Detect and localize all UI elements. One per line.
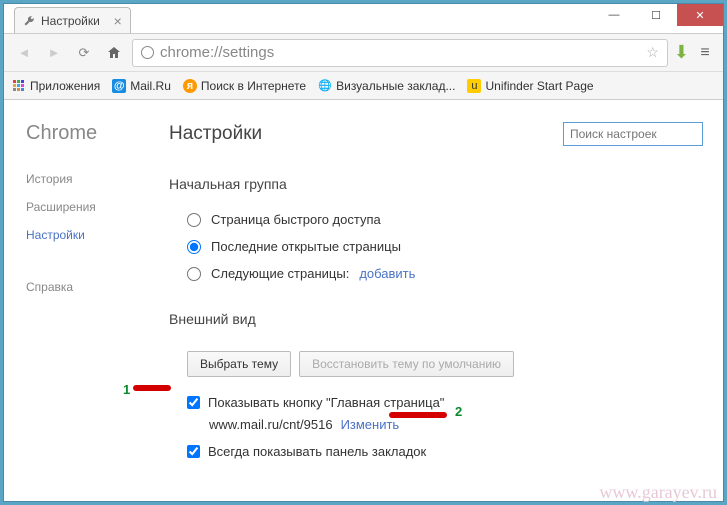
choose-theme-button[interactable]: Выбрать тему	[187, 351, 291, 377]
startup-opt-continue[interactable]: Последние открытые страницы	[169, 233, 703, 260]
browser-window: — ☐ ✕ Настройки × ◄ ► ⟳ ☆ ⬇ ≡ Приложения…	[3, 3, 724, 502]
forward-button[interactable]: ►	[42, 41, 66, 65]
add-pages-link[interactable]: добавить	[359, 266, 415, 281]
appearance-heading: Внешний вид	[169, 311, 703, 327]
startup-opt-pages[interactable]: Следующие страницы: добавить	[169, 260, 703, 287]
settings-sidebar: Chrome История Расширения Настройки Спра…	[4, 100, 159, 501]
reset-theme-button: Восстановить тему по умолчанию	[299, 351, 514, 377]
page-title: Настройки	[169, 123, 262, 145]
tab-settings[interactable]: Настройки ×	[14, 7, 131, 33]
wrench-icon	[23, 15, 35, 27]
reload-button[interactable]: ⟳	[72, 41, 96, 65]
sidebar-item-settings[interactable]: Настройки	[26, 221, 159, 249]
apps-icon	[12, 79, 26, 93]
chrome-menu-button[interactable]: ≡	[695, 43, 715, 63]
home-button[interactable]	[102, 41, 126, 65]
change-home-link[interactable]: Изменить	[341, 417, 400, 432]
bookmark-visual[interactable]: 🌐 Визуальные заклад...	[318, 79, 455, 93]
settings-main: Настройки Начальная группа Страница быст…	[159, 100, 723, 501]
sidebar-item-extensions[interactable]: Расширения	[26, 193, 159, 221]
bookmark-mailru[interactable]: @ Mail.Ru	[112, 79, 171, 93]
checkbox-label: Всегда показывать панель закладок	[208, 444, 426, 459]
red-mark-2	[389, 412, 447, 418]
bookmark-label: Поиск в Интернете	[201, 79, 306, 93]
address-bar[interactable]: ☆	[132, 39, 668, 67]
apps-button[interactable]: Приложения	[12, 79, 100, 93]
radio-newtab[interactable]	[187, 213, 201, 227]
radio-label: Страница быстрого доступа	[211, 212, 381, 227]
tab-close-icon[interactable]: ×	[114, 13, 122, 29]
window-controls: — ☐ ✕	[593, 4, 723, 26]
radio-label: Последние открытые страницы	[211, 239, 401, 254]
show-home-checkbox-row[interactable]: Показывать кнопку "Главная страница"	[169, 391, 703, 414]
red-mark-1	[133, 385, 171, 391]
annotation-2: 2	[455, 404, 462, 419]
back-button[interactable]: ◄	[12, 41, 36, 65]
globe-icon	[141, 46, 154, 59]
annotation-1: 1	[123, 382, 130, 397]
bookmark-unifinder[interactable]: u Unifinder Start Page	[467, 79, 593, 93]
sidebar-item-history[interactable]: История	[26, 165, 159, 193]
radio-label: Следующие страницы:	[211, 266, 349, 281]
sidebar-item-help[interactable]: Справка	[26, 273, 159, 301]
search-fav-icon: я	[183, 79, 197, 93]
page-content: Chrome История Расширения Настройки Спра…	[4, 100, 723, 501]
bookmark-label: Unifinder Start Page	[485, 79, 593, 93]
show-home-checkbox[interactable]	[187, 396, 200, 409]
bookmark-label: Mail.Ru	[130, 79, 171, 93]
show-bookmarks-checkbox-row[interactable]: Всегда показывать панель закладок	[169, 440, 703, 463]
minimize-button[interactable]: —	[593, 4, 635, 26]
startup-opt-newtab[interactable]: Страница быстрого доступа	[169, 206, 703, 233]
chrome-brand: Chrome	[26, 122, 159, 145]
url-input[interactable]	[160, 44, 640, 61]
download-icon[interactable]: ⬇	[674, 42, 689, 63]
apps-label: Приложения	[30, 79, 100, 93]
show-bookmarks-checkbox[interactable]	[187, 445, 200, 458]
checkbox-label: Показывать кнопку "Главная страница"	[208, 395, 444, 410]
unifinder-fav-icon: u	[467, 79, 481, 93]
bookmarks-bar: Приложения @ Mail.Ru я Поиск в Интернете…	[4, 72, 723, 100]
bookmark-star-icon[interactable]: ☆	[646, 44, 659, 61]
startup-heading: Начальная группа	[169, 176, 703, 192]
settings-search-input[interactable]	[563, 122, 703, 146]
maximize-button[interactable]: ☐	[635, 4, 677, 26]
home-url-text: www.mail.ru/cnt/9516	[209, 417, 333, 432]
radio-pages[interactable]	[187, 267, 201, 281]
close-button[interactable]: ✕	[677, 4, 723, 26]
bookmark-search[interactable]: я Поиск в Интернете	[183, 79, 306, 93]
mailru-icon: @	[112, 79, 126, 93]
toolbar: ◄ ► ⟳ ☆ ⬇ ≡	[4, 34, 723, 72]
bookmark-label: Визуальные заклад...	[336, 79, 455, 93]
watermark: www.garayev.ru	[599, 482, 717, 503]
radio-continue[interactable]	[187, 240, 201, 254]
tab-title: Настройки	[41, 14, 100, 28]
visual-fav-icon: 🌐	[318, 79, 332, 93]
